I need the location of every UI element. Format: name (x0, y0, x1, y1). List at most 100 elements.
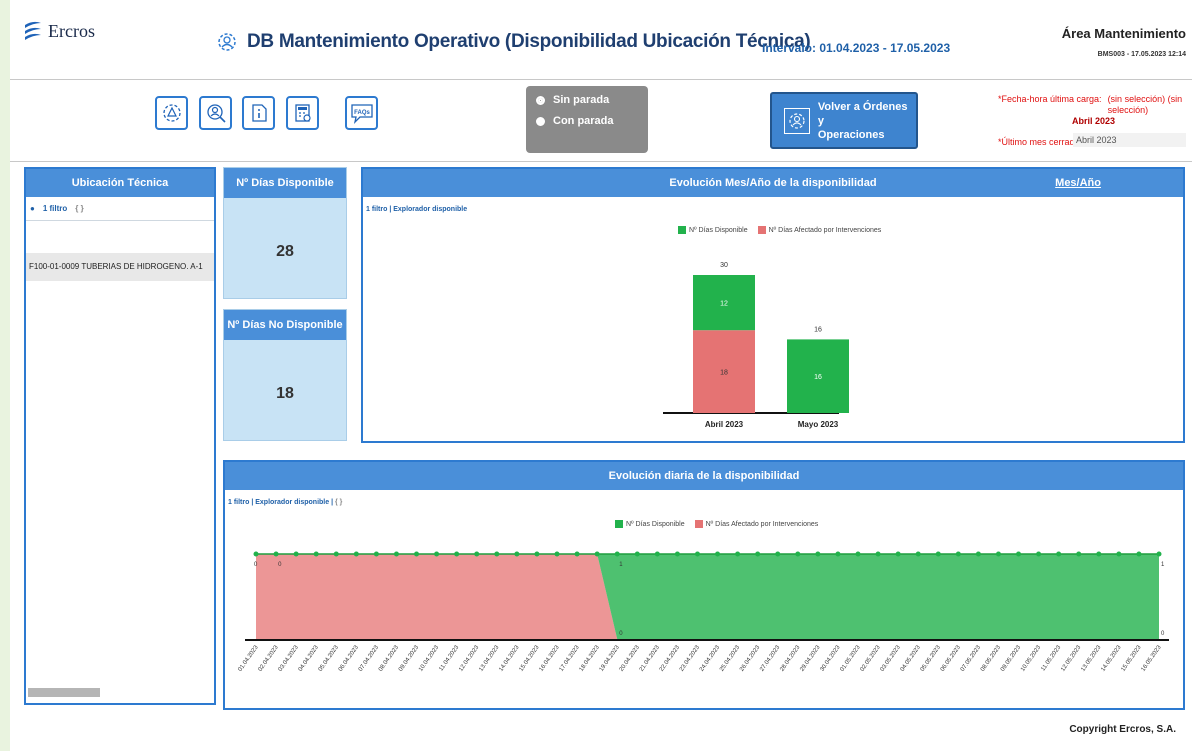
x-tick-label: 08.05.2023 (980, 644, 1003, 673)
daily-area-chart: 0 0 101001.04.202302.04.202303.04.202304.0… (237, 551, 1169, 673)
data-point (574, 551, 580, 557)
radio-selected-icon (536, 95, 545, 105)
x-tick-label: 02.05.2023 (860, 644, 883, 673)
data-point (534, 551, 540, 557)
interval-label: Intervalo: 01.04.2023 - 17.05.2023 (762, 41, 951, 55)
toolbar: FAQs Sin parada Con parada Volver a Órde… (10, 80, 1192, 162)
x-tick-label: 08.04.2023 (378, 644, 401, 673)
data-point (273, 551, 279, 557)
area-title: Área Mantenimiento (1061, 26, 1186, 41)
x-tick-label: 03.04.2023 (278, 644, 301, 673)
ercros-logo-icon (25, 21, 41, 40)
volver-ordenes-button[interactable]: Volver a Órdenes y Operaciones (770, 92, 918, 149)
monthly-chart-header: Evolución Mes/Año de la disponibilidad M… (363, 169, 1183, 197)
faq-button[interactable]: FAQs (345, 96, 378, 130)
data-point (775, 551, 781, 557)
radio-sin-parada[interactable]: Sin parada (536, 94, 638, 106)
x-tick-label: 10.05.2023 (1020, 644, 1043, 673)
x-tick-label: 12.05.2023 (1060, 644, 1083, 673)
x-tick-label: 10.04.2023 (418, 644, 441, 673)
data-point (253, 551, 259, 557)
data-point (393, 551, 399, 557)
data-point (1056, 551, 1062, 557)
data-point (353, 551, 359, 557)
data-point (975, 551, 981, 557)
radio-unselected-icon (536, 116, 545, 126)
data-point (815, 551, 821, 557)
x-tick-label: 06.04.2023 (338, 644, 361, 673)
x-tick-label: 03.05.2023 (880, 644, 903, 673)
kpi-label: Nº Días Disponible (224, 168, 346, 198)
list-item[interactable]: F100-01-0009 TUBERIAS DE HIDROGENO. A-1 (26, 253, 214, 281)
x-tick-label: 07.05.2023 (960, 644, 983, 673)
x-tick-label: 11.05.2023 (1040, 644, 1062, 672)
ubicacion-tecnica-panel: Ubicación Técnica ● 1 filtro { } F100-01… (24, 167, 216, 705)
x-tick-label: 02.04.2023 (258, 644, 281, 673)
filter-icon[interactable]: ● (30, 204, 35, 213)
bar-total-label: 30 (720, 262, 728, 269)
braces-icon[interactable]: { } (75, 204, 83, 213)
mes-ano-link[interactable]: Mes/Año (1055, 169, 1101, 197)
kpi-dias-disponible: Nº Días Disponible 28 (223, 167, 347, 299)
daily-chart-panel: Evolución diaria de la disponibilidad 1 … (223, 460, 1185, 710)
volver-label: Volver a Órdenes y Operaciones (817, 100, 908, 141)
logo-text: Ercros (48, 20, 95, 41)
x-tick-label: 24.04.2023 (699, 644, 722, 673)
x-tick-label: 04.04.2023 (298, 644, 321, 673)
data-point (654, 551, 660, 557)
x-tick-label: 01.04.2023 (237, 644, 260, 673)
radio-label: Con parada (553, 115, 614, 127)
data-point (1136, 551, 1142, 557)
data-point (995, 551, 1001, 557)
data-point (1156, 551, 1162, 557)
radio-con-parada[interactable]: Con parada (536, 115, 638, 127)
data-point (614, 551, 620, 557)
x-tick-label: 22.04.2023 (659, 644, 682, 673)
daily-chart-header: Evolución diaria de la disponibilidad (225, 462, 1183, 490)
header: Ercros DB Mantenimiento Operativo (Dispo… (10, 0, 1192, 80)
fecha-value: (sin selección) (sin selección) (1107, 94, 1183, 115)
data-point (554, 551, 560, 557)
monthly-chart-panel: Evolución Mes/Año de la disponibilidad M… (361, 167, 1185, 443)
kpi-label: Nº Días No Disponible (224, 310, 346, 340)
x-tick-label: 23.04.2023 (679, 644, 702, 673)
calculator-gear-icon (294, 104, 311, 122)
kpi-value: 28 (276, 243, 294, 260)
ut-filter-link[interactable]: 1 filtro (43, 204, 67, 213)
x-tick-label: Abril 2023 (705, 420, 744, 429)
monthly-bar-chart: 18 12 30 Abril 2023 16 16 Mayo 2023 (663, 262, 849, 429)
kpi-value: 18 (276, 385, 294, 402)
calculator-gear-button[interactable] (286, 96, 319, 130)
document-info-button[interactable] (242, 96, 275, 130)
bar-data-label: 18 (720, 370, 728, 377)
x-tick-label: 01.05.2023 (839, 644, 862, 673)
data-point (674, 551, 680, 557)
ercros-logo[interactable]: Ercros (24, 20, 95, 42)
x-tick-label: 13.04.2023 (478, 644, 501, 673)
x-tick-label: 29.04.2023 (799, 644, 822, 673)
data-point (434, 551, 440, 557)
copyright: Copyright Ercros, S.A. (1069, 724, 1176, 735)
x-tick-label: 25.04.2023 (719, 644, 742, 673)
parada-radio-group: Sin parada Con parada (526, 86, 648, 153)
data-point (454, 551, 460, 557)
kpi-dias-no-disponible: Nº Días No Disponible 18 (223, 309, 347, 441)
user-search-button[interactable] (199, 96, 232, 130)
data-point (1036, 551, 1042, 557)
gear-warning-button[interactable] (155, 96, 188, 130)
x-tick-label: 19.04.2023 (599, 644, 622, 673)
x-tick-label: 11.04.2023 (438, 644, 460, 672)
data-point (634, 551, 640, 557)
x-tick-label: 15.04.2023 (518, 644, 541, 673)
data-point (1076, 551, 1082, 557)
data-point (1116, 551, 1122, 557)
x-tick-label: 05.05.2023 (920, 644, 943, 673)
title-area: DB Mantenimiento Operativo (Disponibilid… (215, 30, 811, 54)
x-tick-label: 14.05.2023 (1100, 644, 1123, 673)
data-point (1096, 551, 1102, 557)
data-point (755, 551, 761, 557)
ultimo-mes-value: Abril 2023 (1073, 133, 1186, 147)
x-tick-label: 17.04.2023 (559, 644, 582, 673)
horizontal-scrollbar[interactable] (28, 688, 100, 697)
dashboard-page: Ercros DB Mantenimiento Operativo (Dispo… (10, 0, 1192, 751)
